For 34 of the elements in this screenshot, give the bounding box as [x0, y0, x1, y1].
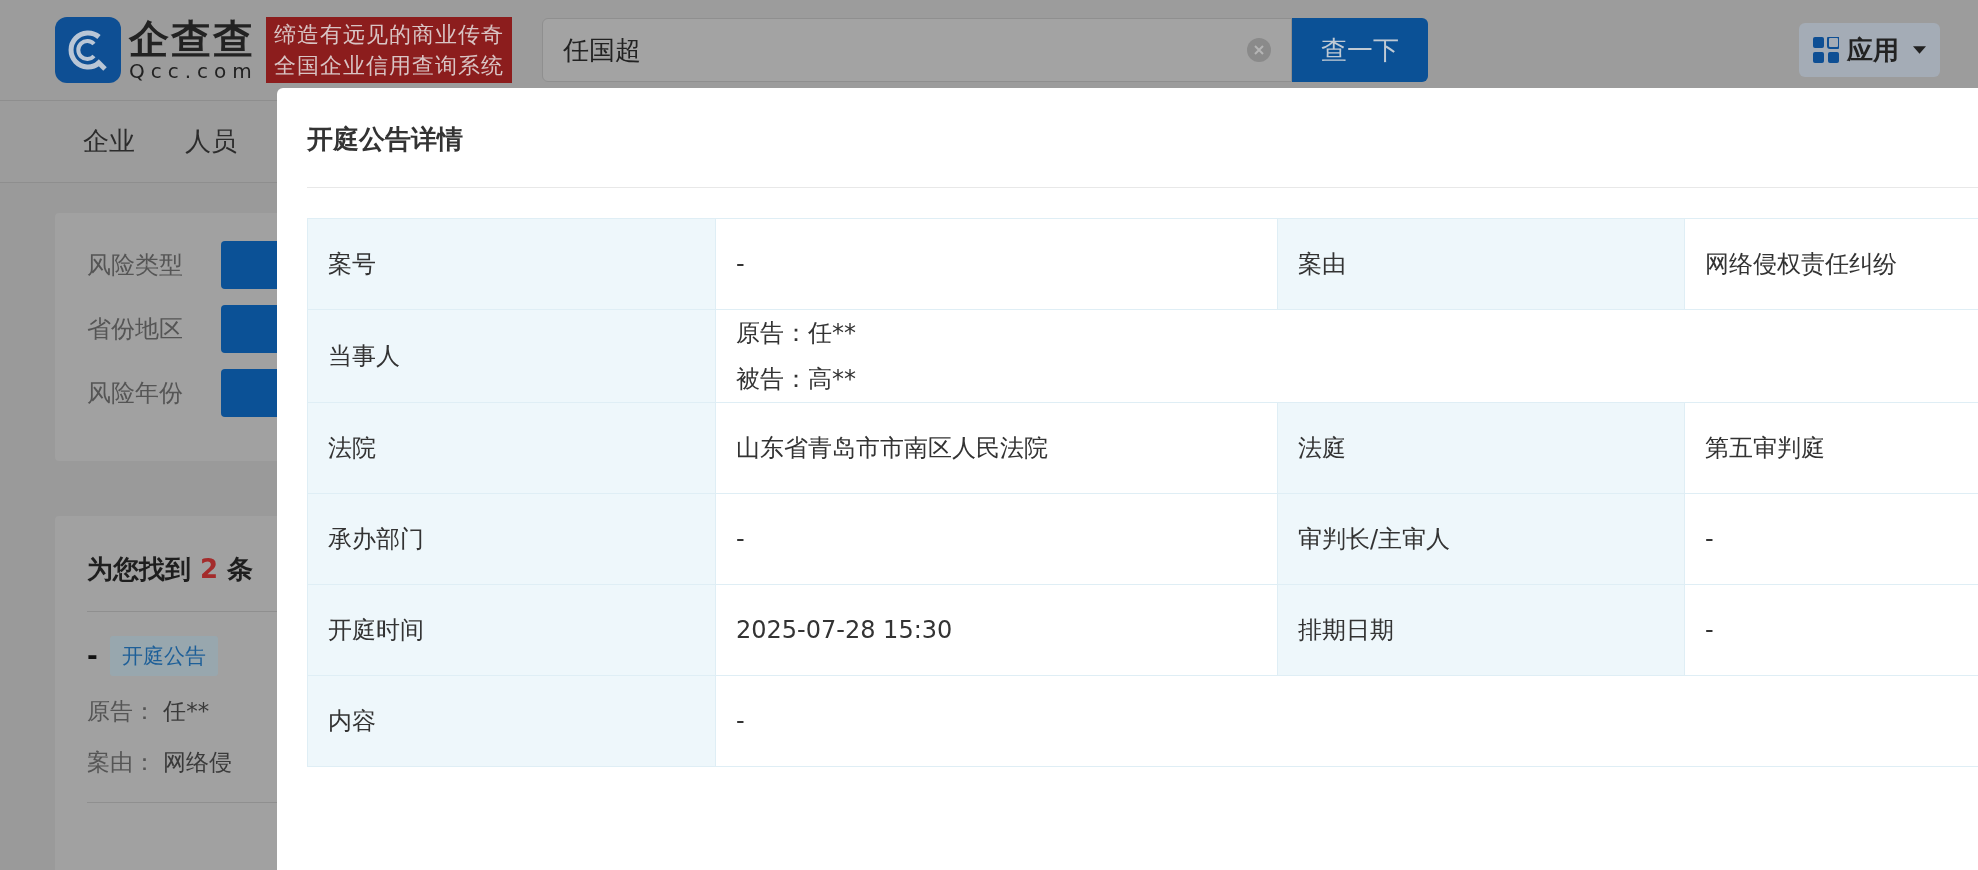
nav-tab[interactable]: 人员: [185, 124, 237, 159]
field-label: 开庭时间: [308, 585, 716, 676]
results-heading: 为您找到 2 条: [87, 553, 255, 586]
field-label: 当事人: [308, 310, 716, 403]
nav-tab[interactable]: 企业: [83, 124, 135, 159]
apps-menu-button[interactable]: 应用: [1799, 23, 1940, 77]
result-field: 原告： 任**: [87, 696, 210, 727]
result-tag: 开庭公告: [109, 636, 218, 676]
field-value: 2025-07-28 15:30: [716, 585, 1278, 676]
field-value: -: [716, 219, 1278, 310]
caret-icon: [1913, 46, 1926, 54]
grid-icon: [1813, 37, 1839, 63]
result-field: 案由： 网络侵: [87, 747, 233, 778]
brand-name: 企查查: [129, 19, 256, 59]
field-label: 内容: [308, 676, 716, 767]
field-label: 审判长/主审人: [1278, 494, 1685, 585]
search-button[interactable]: 查一下: [1291, 18, 1428, 82]
field-value: -: [716, 494, 1278, 585]
filter-label: 风险年份: [87, 378, 183, 409]
field-label: 案由: [1278, 219, 1685, 310]
search-field[interactable]: 任国超: [541, 18, 1292, 82]
dialog-title: 开庭公告详情: [307, 123, 464, 156]
filter-label: 风险类型: [87, 250, 183, 281]
field-label: 排期日期: [1278, 585, 1685, 676]
slogan-banner: 缔造有远见的商业传奇 全国企业信用查询系统: [265, 17, 512, 83]
field-label: 承办部门: [308, 494, 716, 585]
field-label: 法院: [308, 403, 716, 494]
logo-icon: [55, 17, 121, 83]
field-label: 法庭: [1278, 403, 1685, 494]
result-title[interactable]: -: [87, 641, 98, 671]
brand-domain: Qcc.com: [129, 61, 258, 81]
filter-label: 省份地区: [87, 314, 183, 345]
field-label: 案号: [308, 219, 716, 310]
field-value: 山东省青岛市市南区人民法院: [716, 403, 1278, 494]
